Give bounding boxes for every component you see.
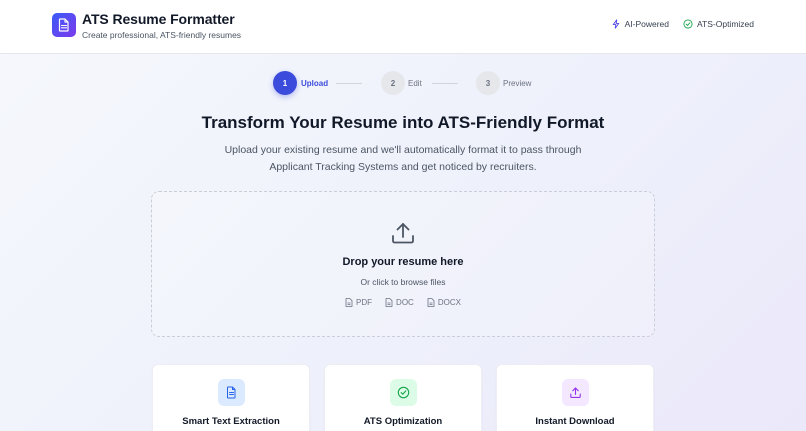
format-doc: DOC xyxy=(385,298,414,307)
feature-icon-wrap xyxy=(218,379,245,406)
step-edit-label[interactable]: Edit xyxy=(408,79,422,88)
header-badges: AI-Powered ATS-Optimized xyxy=(611,19,754,29)
step-connector xyxy=(432,82,458,84)
file-icon xyxy=(385,298,393,307)
step-upload-circle[interactable]: 1 xyxy=(273,71,297,95)
feature-title: Smart Text Extraction xyxy=(182,416,280,427)
supported-formats: PDF DOC DOCX xyxy=(152,298,654,307)
feature-card-instant-download: Instant Download xyxy=(496,364,654,431)
resume-dropzone[interactable]: Drop your resume here Or click to browse… xyxy=(151,191,655,337)
format-docx: DOCX xyxy=(427,298,461,307)
feature-icon-wrap xyxy=(562,379,589,406)
app-title: ATS Resume Formatter xyxy=(82,11,235,27)
lightning-icon xyxy=(612,19,619,29)
ai-powered-badge: AI-Powered xyxy=(611,19,669,29)
app-subtitle: Create professional, ATS-friendly resume… xyxy=(82,30,242,40)
upload-icon xyxy=(570,387,581,398)
hero-title: Transform Your Resume into ATS-Friendly … xyxy=(201,113,605,132)
format-label: DOCX xyxy=(437,298,461,307)
document-icon xyxy=(58,18,69,32)
progress-stepper: 1 Upload 2 Edit 3 Preview xyxy=(0,71,806,95)
feature-icon-wrap xyxy=(390,379,417,406)
file-icon xyxy=(427,298,435,307)
feature-title: ATS Optimization xyxy=(363,416,443,427)
file-icon xyxy=(345,298,353,307)
app-logo xyxy=(52,13,76,37)
ats-optimized-label: ATS-Optimized xyxy=(697,19,754,29)
upload-icon xyxy=(392,223,414,244)
step-upload-label[interactable]: Upload xyxy=(301,79,328,88)
step-preview-label[interactable]: Preview xyxy=(503,79,531,88)
step-edit-circle[interactable]: 2 xyxy=(381,71,405,95)
ats-optimized-badge: ATS-Optimized xyxy=(683,19,754,29)
dropzone-subtitle[interactable]: Or click to browse files xyxy=(152,277,654,287)
step-connector xyxy=(336,82,362,84)
feature-card-text-extraction: Smart Text Extraction xyxy=(152,364,310,431)
check-circle-icon xyxy=(397,386,410,399)
hero-description: Upload your existing resume and we'll au… xyxy=(224,144,582,173)
feature-card-ats-optimization: ATS Optimization xyxy=(324,364,482,431)
feature-title: Instant Download xyxy=(535,416,615,427)
document-icon xyxy=(227,386,236,399)
app-header: ATS Resume Formatter Create professional… xyxy=(0,0,806,54)
format-label: PDF xyxy=(356,298,373,307)
check-circle-icon xyxy=(683,19,693,29)
dropzone-title: Drop your resume here xyxy=(342,256,464,268)
format-pdf: PDF xyxy=(345,298,372,307)
step-preview-circle[interactable]: 3 xyxy=(476,71,500,95)
ai-powered-label: AI-Powered xyxy=(624,19,669,29)
format-label: DOC xyxy=(396,298,414,307)
